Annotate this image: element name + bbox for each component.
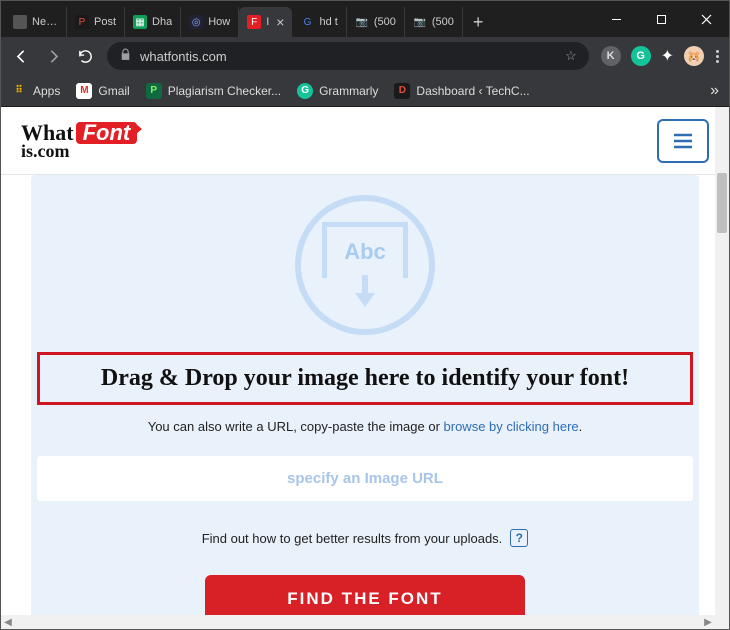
forward-button[interactable] bbox=[43, 46, 63, 66]
maximize-button[interactable] bbox=[639, 1, 684, 37]
tab-whatfontis[interactable]: FI× bbox=[239, 7, 292, 37]
upload-subtext: You can also write a URL, copy-paste the… bbox=[31, 419, 699, 434]
tab-post[interactable]: PPost bbox=[67, 7, 125, 37]
drop-heading: Drag & Drop your image here to identify … bbox=[48, 365, 682, 392]
bookmark-plagiarism[interactable]: PPlagiarism Checker... bbox=[146, 83, 281, 99]
scroll-left-arrow-icon[interactable]: ◀ bbox=[1, 617, 15, 628]
upload-dropzone[interactable]: Abc Drag & Drop your image here to ident… bbox=[31, 175, 699, 629]
bookmark-gmail[interactable]: MGmail bbox=[76, 83, 129, 99]
vertical-scrollbar[interactable] bbox=[715, 107, 729, 629]
grammarly-ext-icon[interactable]: G bbox=[631, 46, 651, 66]
site-header: What Font is.com bbox=[1, 107, 729, 175]
tips-text: Find out how to get better results from … bbox=[202, 531, 503, 546]
apps-grid-icon: ⠿ bbox=[11, 83, 27, 99]
gmail-icon: M bbox=[76, 83, 92, 99]
profile-avatar-icon[interactable]: 🐹 bbox=[684, 46, 704, 66]
minimize-button[interactable] bbox=[594, 1, 639, 37]
window-titlebar: New Tab PPost ▦Dha ◎How FI× Ghd t 📷(500 … bbox=[1, 1, 729, 37]
tab-500-2[interactable]: 📷(500 bbox=[405, 7, 463, 37]
tab-dha[interactable]: ▦Dha bbox=[125, 7, 181, 37]
address-bar[interactable]: whatfontis.com ☆ bbox=[107, 42, 589, 70]
window-controls bbox=[594, 1, 729, 37]
star-icon[interactable]: ☆ bbox=[565, 48, 577, 64]
apps-button[interactable]: ⠿Apps bbox=[11, 83, 60, 99]
address-toolbar: whatfontis.com ☆ K G ✦ 🐹 bbox=[1, 37, 729, 75]
profile-k-icon[interactable]: K bbox=[601, 46, 621, 66]
close-tab-icon[interactable]: × bbox=[276, 14, 284, 30]
drop-heading-highlight: Drag & Drop your image here to identify … bbox=[37, 352, 693, 405]
tab-hd[interactable]: Ghd t bbox=[292, 7, 346, 37]
page-content: What Font is.com Abc Drag & Drop your im… bbox=[1, 107, 729, 629]
site-logo[interactable]: What Font is.com bbox=[21, 122, 137, 160]
new-tab-button[interactable]: + bbox=[463, 7, 494, 37]
image-url-input[interactable]: specify an Image URL bbox=[37, 456, 693, 501]
upload-illustration: Abc bbox=[290, 195, 440, 340]
tab-500-1[interactable]: 📷(500 bbox=[347, 7, 405, 37]
menu-hamburger-button[interactable] bbox=[657, 119, 709, 163]
browser-tabs: New Tab PPost ▦Dha ◎How FI× Ghd t 📷(500 … bbox=[1, 1, 594, 37]
bookmarks-overflow-button[interactable]: » bbox=[710, 82, 719, 100]
dashboard-icon: D bbox=[394, 83, 410, 99]
scrollbar-thumb[interactable] bbox=[717, 173, 727, 233]
tab-how[interactable]: ◎How bbox=[181, 7, 239, 37]
logo-font-text: Font bbox=[76, 122, 138, 144]
grammarly-icon: G bbox=[297, 83, 313, 99]
tab-new-tab[interactable]: New Tab bbox=[5, 7, 67, 37]
bookmark-grammarly[interactable]: GGrammarly bbox=[297, 83, 378, 99]
browse-link[interactable]: browse by clicking here bbox=[444, 419, 579, 434]
extension-icons: K G ✦ 🐹 bbox=[601, 46, 704, 66]
horizontal-scrollbar[interactable]: ◀ ▶ bbox=[1, 615, 715, 629]
download-arrow-icon bbox=[351, 275, 379, 309]
scroll-right-arrow-icon[interactable]: ▶ bbox=[701, 617, 715, 628]
tips-row: Find out how to get better results from … bbox=[31, 529, 699, 547]
hamburger-icon bbox=[672, 132, 694, 150]
bookmarks-bar: ⠿Apps MGmail PPlagiarism Checker... GGra… bbox=[1, 75, 729, 107]
close-window-button[interactable] bbox=[684, 1, 729, 37]
back-button[interactable] bbox=[11, 46, 31, 66]
bookmark-dashboard[interactable]: DDashboard ‹ TechC... bbox=[394, 83, 529, 99]
reload-button[interactable] bbox=[75, 46, 95, 66]
extensions-puzzle-icon[interactable]: ✦ bbox=[661, 46, 674, 66]
address-url: whatfontis.com bbox=[140, 49, 227, 64]
plagiarism-icon: P bbox=[146, 83, 162, 99]
browser-menu-button[interactable] bbox=[716, 50, 719, 63]
help-icon[interactable]: ? bbox=[510, 529, 528, 547]
lock-icon bbox=[119, 48, 132, 64]
abc-text: Abc bbox=[344, 239, 386, 265]
